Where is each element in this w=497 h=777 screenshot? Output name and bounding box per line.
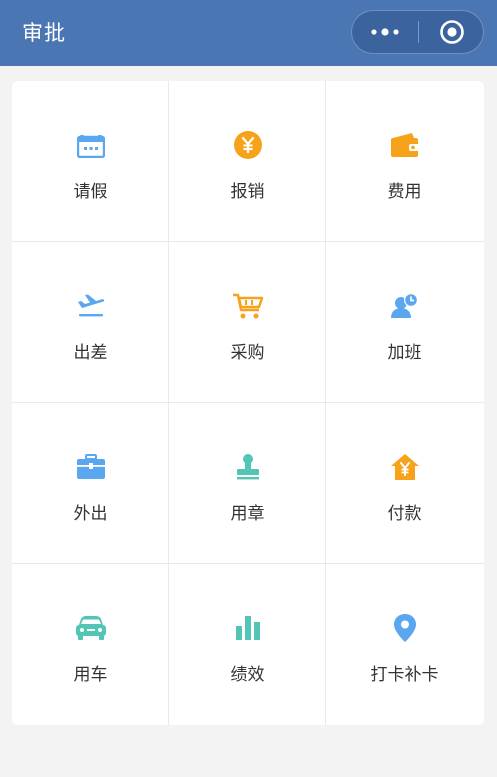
bar-chart-icon <box>235 616 260 640</box>
briefcase-icon <box>76 454 105 479</box>
page-title: 审批 <box>22 21 66 45</box>
grid-item-label: 打卡补卡 <box>370 665 439 685</box>
approval-grid: 请假 报销 费用 出差 采购 加班 外出 用章 付款 用车 绩效 打卡补卡 <box>12 81 484 725</box>
cart-icon <box>232 293 263 319</box>
grid-item-label: 请假 <box>73 182 108 202</box>
grid-item-overtime[interactable]: 加班 <box>326 242 483 403</box>
grid-item-label: 绩效 <box>230 665 265 685</box>
grid-item-label: 用章 <box>230 504 265 524</box>
grid-item-vehicle[interactable]: 用车 <box>12 564 169 725</box>
grid-item-reimbursement[interactable]: 报销 <box>169 81 326 242</box>
car-icon <box>75 616 106 640</box>
grid-divider <box>168 81 169 725</box>
calendar-icon <box>76 135 105 158</box>
grid-item-label: 加班 <box>387 343 422 363</box>
grid-item-go-out[interactable]: 外出 <box>12 403 169 564</box>
grid-divider <box>12 402 484 403</box>
airplane-icon <box>77 294 104 317</box>
grid-item-label: 报销 <box>230 182 265 202</box>
grid-item-business-trip[interactable]: 出差 <box>12 242 169 403</box>
yen-house-icon <box>390 454 419 480</box>
grid-divider <box>12 563 484 564</box>
grid-item-payment[interactable]: 付款 <box>326 403 483 564</box>
grid-item-purchase[interactable]: 采购 <box>169 242 326 403</box>
yen-coin-icon <box>233 131 262 159</box>
grid-item-expense[interactable]: 费用 <box>326 81 483 242</box>
grid-item-label: 用车 <box>73 665 108 685</box>
grid-item-label: 费用 <box>387 182 422 202</box>
location-pin-icon <box>393 614 416 642</box>
more-dots-icon <box>371 28 399 36</box>
grid-item-seal[interactable]: 用章 <box>169 403 326 564</box>
grid-item-leave[interactable]: 请假 <box>12 81 169 242</box>
grid-divider <box>325 81 326 725</box>
grid-item-label: 外出 <box>73 504 108 524</box>
grid-item-label: 出差 <box>73 343 108 363</box>
close-button[interactable] <box>419 11 484 53</box>
grid-divider <box>12 241 484 242</box>
mini-program-capsule <box>351 10 484 54</box>
grid-item-label: 采购 <box>230 343 265 363</box>
grid-item-clock-in[interactable]: 打卡补卡 <box>326 564 483 725</box>
title-bar: 审批 <box>0 0 497 66</box>
target-icon <box>439 20 464 44</box>
grid-item-performance[interactable]: 绩效 <box>169 564 326 725</box>
wallet-icon <box>390 133 419 157</box>
more-button[interactable] <box>352 11 418 53</box>
stamp-icon <box>236 454 259 480</box>
grid-item-label: 付款 <box>387 504 422 524</box>
user-clock-icon <box>390 293 418 318</box>
